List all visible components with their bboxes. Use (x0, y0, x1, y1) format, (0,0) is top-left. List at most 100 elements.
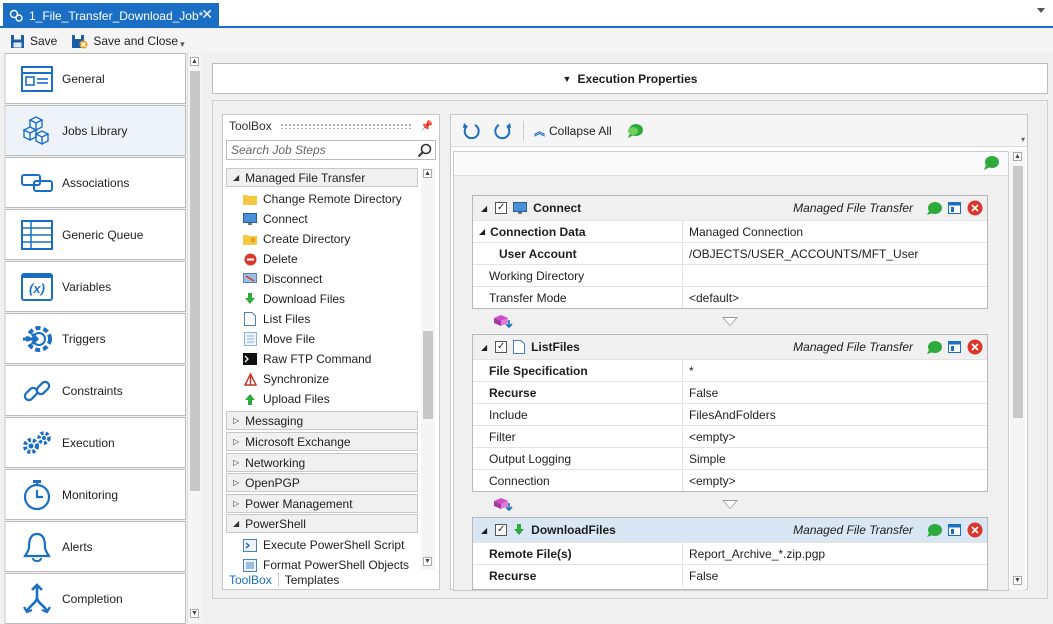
sidebar-item-execution[interactable]: Execution (4, 417, 186, 468)
enabled-checkbox[interactable]: ✓ (495, 341, 508, 353)
property-row[interactable]: Include FilesAndFolders (473, 403, 987, 425)
step-header[interactable]: ◢ ✓ Connect Managed File Transfer (473, 196, 987, 220)
expanded-triangle-icon[interactable]: ◢ (481, 204, 487, 213)
sidebar-item-completion[interactable]: Completion (4, 573, 186, 624)
scroll-down-icon[interactable]: ▼ (423, 557, 432, 566)
toolbox-step-download-files[interactable]: Download Files (243, 289, 345, 309)
insert-step-arrow-icon[interactable] (722, 317, 738, 326)
toolbox-step-disconnect[interactable]: Disconnect (243, 269, 322, 289)
category-microsoft-exchange[interactable]: ▷ Microsoft Exchange (226, 432, 418, 451)
more-arrow-icon[interactable]: ▾ (180, 39, 185, 50)
designer-dropdown-icon[interactable]: ▾ (1021, 135, 1025, 144)
document-tab[interactable]: 1_File_Transfer_Download_Job* ✕ (3, 3, 219, 28)
comment-icon[interactable] (926, 523, 942, 538)
property-row[interactable]: Remote File(s) Report_Archive_*.zip.pgp (473, 542, 987, 564)
toolbox-step-raw-ftp-command[interactable]: Raw FTP Command (243, 349, 371, 369)
connector-icon[interactable] (493, 314, 515, 328)
tab-templates[interactable]: Templates (279, 573, 346, 587)
save-button[interactable]: Save (10, 34, 57, 49)
property-row[interactable]: Transfer Mode <default> (473, 286, 987, 308)
designer-scrollbar[interactable]: ▲ ▼ (1010, 150, 1025, 590)
toolbox-step-execute-powershell-script[interactable]: Execute PowerShell Script (243, 535, 404, 555)
sidebar-item-general[interactable]: General (4, 53, 186, 104)
drag-grip[interactable] (279, 123, 413, 129)
scroll-up-icon[interactable]: ▲ (190, 57, 199, 66)
close-icon[interactable]: ✕ (201, 6, 213, 23)
step-card-connect[interactable]: ◢ ✓ Connect Managed File Transfer ◢ Conne… (472, 195, 988, 309)
step-header[interactable]: ◢ ✓ DownloadFiles Managed File Transfer (473, 518, 987, 542)
step-header[interactable]: ◢ ✓ ListFiles Managed File Transfer (473, 335, 987, 359)
sidebar-item-generic-queue[interactable]: Generic Queue (4, 209, 186, 260)
enabled-checkbox[interactable]: ✓ (495, 202, 508, 214)
sidebar-item-constraints[interactable]: Constraints (4, 365, 186, 416)
toolbox-step-delete[interactable]: Delete (243, 249, 298, 269)
remove-step-icon[interactable] (967, 200, 983, 216)
toolbox-step-move-file[interactable]: Move File (243, 329, 315, 349)
toolbox-step-upload-files[interactable]: Upload Files (243, 389, 330, 409)
connector-icon[interactable] (493, 497, 515, 511)
property-row[interactable]: Connection <empty> (473, 469, 987, 491)
insert-step-arrow-icon[interactable] (722, 500, 738, 509)
property-row[interactable]: Recurse False (473, 381, 987, 403)
property-row[interactable]: Working Directory (473, 264, 987, 286)
category-power-management[interactable]: ▷ Power Management (226, 494, 418, 513)
comment-icon[interactable] (626, 123, 644, 139)
toolbox-step-change-remote-directory[interactable]: Change Remote Directory (243, 189, 402, 209)
sidebar-scrollbar[interactable]: ▲ ▼ (187, 53, 201, 623)
toolbox-scrollbar[interactable]: ▲ ▼ (421, 168, 435, 570)
execution-properties-header[interactable]: ▼ Execution Properties (212, 63, 1048, 94)
remove-step-icon[interactable] (967, 339, 983, 355)
category-networking[interactable]: ▷ Networking (226, 453, 418, 472)
category-messaging[interactable]: ▷ Messaging (226, 411, 418, 430)
search-icon[interactable] (417, 143, 432, 158)
scroll-up-icon[interactable]: ▲ (423, 169, 432, 178)
pin-icon[interactable]: 📌 (421, 121, 433, 132)
property-row[interactable]: Recurse False (473, 564, 987, 586)
property-row[interactable]: File Specification * (473, 359, 987, 381)
tab-toolbox[interactable]: ToolBox (223, 573, 279, 587)
comment-icon[interactable] (982, 155, 1000, 171)
general-icon (20, 62, 54, 96)
enabled-checkbox[interactable]: ✓ (495, 524, 508, 536)
property-row[interactable]: Filter <empty> (473, 425, 987, 447)
sidebar-item-monitoring[interactable]: Monitoring (4, 469, 186, 520)
sidebar-item-associations[interactable]: Associations (4, 157, 186, 208)
toolbox-step-list-files[interactable]: List Files (243, 309, 310, 329)
step-card-listfiles[interactable]: ◢ ✓ ListFiles Managed File Transfer File… (472, 334, 988, 492)
category-powershell[interactable]: ◢ PowerShell (226, 514, 418, 533)
window-icon[interactable] (948, 341, 961, 353)
property-row[interactable]: ◢ Connection Data Managed Connection (473, 220, 987, 242)
window-icon[interactable] (948, 202, 961, 214)
designer-scroll-thumb[interactable] (1013, 166, 1023, 418)
expanded-triangle-icon[interactable]: ◢ (481, 526, 487, 535)
property-row[interactable]: User Account/OBJECTS/USER_ACCOUNTS/MFT_U… (473, 242, 987, 264)
expanded-triangle-icon[interactable]: ◢ (479, 227, 485, 236)
category-managed-file-transfer[interactable]: ◢ Managed File Transfer (226, 168, 418, 187)
tab-dropdown-icon[interactable] (1037, 8, 1045, 13)
toolbox-step-create-directory[interactable]: Create Directory (243, 229, 350, 249)
sidebar-item-triggers[interactable]: Triggers (4, 313, 186, 364)
step-card-downloadfiles[interactable]: ◢ ✓ DownloadFiles Managed File Transfer … (472, 517, 988, 590)
search-job-steps-input[interactable]: Search Job Steps (226, 140, 436, 160)
category-openpgp[interactable]: ▷ OpenPGP (226, 473, 418, 492)
undo-icon[interactable] (461, 121, 481, 141)
comment-icon[interactable] (926, 201, 942, 216)
collapse-all-button[interactable]: ︽ Collapse All (534, 123, 626, 139)
property-row[interactable]: Output Logging Simple (473, 447, 987, 469)
remove-step-icon[interactable] (967, 522, 983, 538)
sidebar-item-alerts[interactable]: Alerts (4, 521, 186, 572)
sidebar-scroll-thumb[interactable] (190, 71, 200, 491)
save-and-close-button[interactable]: Save and Close ▾ (71, 34, 185, 50)
sidebar-item-jobs-library[interactable]: Jobs Library (4, 105, 186, 156)
toolbox-step-connect[interactable]: Connect (243, 209, 308, 229)
toolbox-scroll-thumb[interactable] (423, 331, 433, 419)
scroll-down-icon[interactable]: ▼ (1013, 576, 1022, 585)
toolbox-step-synchronize[interactable]: Synchronize (243, 369, 329, 389)
redo-icon[interactable] (493, 121, 513, 141)
scroll-up-icon[interactable]: ▲ (1013, 152, 1022, 161)
comment-icon[interactable] (926, 340, 942, 355)
scroll-down-icon[interactable]: ▼ (190, 609, 199, 618)
window-icon[interactable] (948, 524, 961, 536)
sidebar-item-variables[interactable]: (x) Variables (4, 261, 186, 312)
expanded-triangle-icon[interactable]: ◢ (481, 343, 487, 352)
